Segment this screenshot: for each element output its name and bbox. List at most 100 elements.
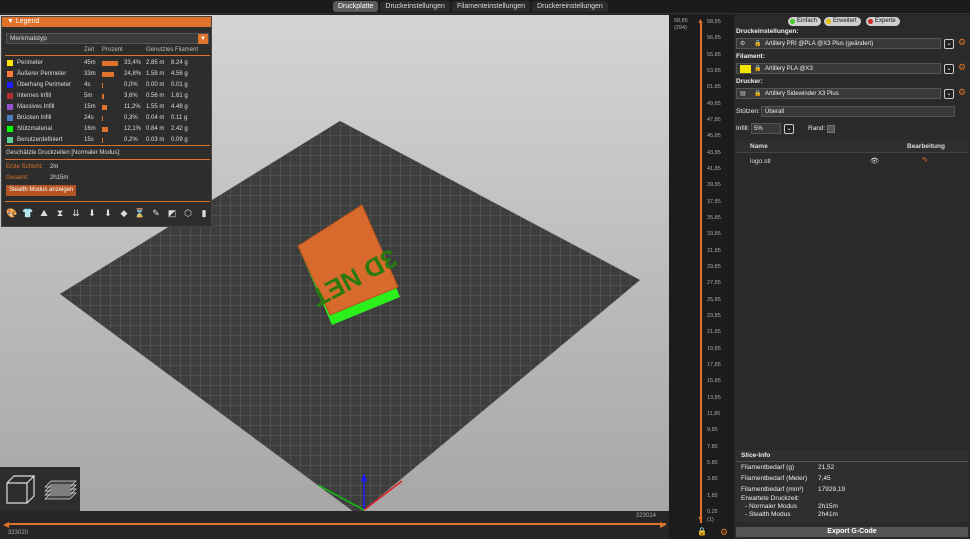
legend-time: 5m: [84, 93, 93, 99]
chevron-down-icon[interactable]: ⌄: [784, 124, 794, 134]
divider: [5, 159, 210, 160]
bottom-layer: (1): [707, 517, 714, 523]
mode-dot-icon: [868, 19, 873, 24]
slider-track: [6, 523, 666, 525]
mode-experte[interactable]: Experte: [866, 17, 900, 26]
legend-length: 0.03 m: [146, 137, 165, 143]
lock-icon[interactable]: 🔒: [697, 527, 707, 536]
chevron-down-icon[interactable]: ⌄: [944, 89, 954, 99]
layer-tick: 11,85: [707, 411, 721, 417]
legend-weight: 4.56 g: [171, 71, 188, 77]
tab-bar: Druckplatte Druckeinstellungen Filamente…: [333, 1, 608, 12]
mode-einfach[interactable]: Einfach: [788, 17, 822, 26]
layer-tick: 7,85: [707, 443, 718, 450]
legend-time: 45m: [84, 60, 96, 66]
stealth-mode-label: - Stealth Modus: [745, 511, 791, 518]
edit-icon[interactable]: ✎: [922, 156, 928, 164]
layer-slider[interactable]: 58,85 (294) ▲ ▼ (1) 58,85 56,85 55,85 53,85…: [669, 15, 734, 539]
legend-swatch: [7, 71, 13, 77]
eye-icon[interactable]: 👁: [870, 157, 879, 165]
layer-tick: 43,85: [707, 149, 721, 156]
layer-tick: 1,85: [707, 492, 718, 499]
layer-tick: 58,85: [707, 19, 721, 25]
printer-combo[interactable]: ▤ 🔒 Artillery Sidewinder X3 Plus: [736, 88, 941, 99]
legend-weight: 4.48 g: [171, 104, 188, 110]
bottom-thumb[interactable]: ▼: [697, 516, 704, 523]
right-sidebar: Einfach Erweitert Experte Druckeinstellung…: [734, 15, 970, 539]
stealth-mode-button[interactable]: Stealth Modus anzeigen: [6, 185, 77, 196]
mode-dot-icon: [826, 19, 831, 24]
infill-combo[interactable]: 5%: [751, 123, 781, 134]
legend-row: Stützmaterial 16m 12,1% 0.84 m 2.42 g: [6, 124, 210, 134]
tool-icon[interactable]: ⬇: [86, 207, 98, 219]
layer-tick: 51,85: [707, 84, 721, 91]
tool-icon[interactable]: ⇊: [70, 207, 82, 219]
slice-key: Filamentbedarf (g): [741, 464, 795, 471]
mode-dot-icon: [790, 19, 795, 24]
brim-label: Rand:: [808, 125, 826, 132]
legend-header[interactable]: ▼ Legend: [2, 17, 211, 27]
gear-icon[interactable]: ⚙: [720, 527, 728, 538]
printer-label: Drucker:: [736, 78, 763, 85]
supports-combo[interactable]: Überall: [761, 106, 955, 117]
legend-weight: 2.42 g: [171, 126, 188, 132]
lock-icon: 🔒: [754, 66, 762, 72]
total-row: Gesamt: 2h15m: [6, 173, 210, 183]
tab-druckeinstellungen[interactable]: Druckeinstellungen: [380, 1, 450, 12]
export-gcode-button[interactable]: Export G-Code: [736, 527, 968, 537]
slider-left-thumb[interactable]: ◀: [3, 520, 9, 529]
legend-row: Benutzerdefiniert 15s 0,2% 0.03 m 0.09 g: [6, 135, 210, 145]
legend-name: Benutzerdefiniert: [17, 137, 63, 143]
tab-druckplatte[interactable]: Druckplatte: [333, 1, 379, 12]
top-thumb[interactable]: ▲: [697, 18, 704, 25]
layer-tick: 3,85: [707, 476, 718, 483]
view-cube-icons[interactable]: [0, 467, 80, 511]
tab-filamenteinstellungen[interactable]: Filamenteinstellungen: [451, 1, 531, 12]
brim-checkbox[interactable]: [827, 125, 835, 133]
gear-icon[interactable]: ⚙: [958, 62, 966, 73]
tool-icon[interactable]: 🎨: [6, 207, 18, 219]
chevron-down-icon[interactable]: ⌄: [944, 39, 954, 49]
tab-druckereinstellungen[interactable]: Druckereinstellungen: [532, 1, 608, 12]
divider: [736, 461, 968, 462]
layer-tick: 21,85: [707, 329, 721, 336]
legend-length: 0.56 m: [146, 93, 165, 99]
tool-icon[interactable]: ⧗: [54, 207, 66, 219]
legend-row: Internes Infill 5m 3,6% 0.56 m 1.61 g: [6, 91, 210, 101]
layer-tick: 33,85: [707, 231, 721, 238]
col-used: Genutztes Filament: [146, 47, 199, 53]
filament-combo[interactable]: 🔒 Artillery PLA @X3: [736, 63, 941, 74]
legend-name: Überhang Perimeter: [17, 82, 72, 88]
print-settings-combo[interactable]: ⚙ 🔒 Artillery PRI @PLA @X3 Plus (geändert): [736, 38, 941, 49]
slider-right-thumb[interactable]: ▶: [660, 520, 666, 529]
layer-tick: 55,85: [707, 51, 721, 58]
mode-erweitert[interactable]: Erweitert: [824, 17, 861, 26]
tool-icon[interactable]: 👕: [22, 207, 34, 219]
checker-icon[interactable]: ◩: [166, 207, 178, 219]
tool-icon[interactable]: ◆: [118, 207, 130, 219]
legend-type-select[interactable]: Merkmalstyp ▼: [6, 33, 209, 44]
estimated-times-label: Geschätzte Druckzeiten [Normaler Modus]:: [6, 150, 121, 156]
legend-bar: [102, 93, 104, 99]
gear-icon[interactable]: ⚙: [958, 87, 966, 98]
tool-icon[interactable]: ⬇: [102, 207, 114, 219]
shell-icon[interactable]: ▮: [198, 207, 210, 219]
slice-key: Filamentbedarf (mm³): [741, 486, 804, 493]
horizontal-slider[interactable]: ◀ ▶ 323020 323024: [0, 511, 669, 539]
legend-percent: 3,6%: [124, 93, 138, 99]
tool-icon[interactable]: ⌛: [134, 207, 146, 219]
cube-icon[interactable]: ⬡: [182, 207, 194, 219]
legend-name: Massives Infill: [17, 104, 55, 110]
gear-icon[interactable]: ⚙: [958, 37, 966, 48]
legend-swatch: [7, 137, 13, 143]
legend-row: Äußerer Perimeter 33m 24,8% 1.58 m 4.56 …: [6, 69, 210, 79]
tool-icon[interactable]: ⛰: [38, 207, 50, 219]
legend-length: 0.84 m: [146, 126, 165, 132]
object-row[interactable]: logo.stl 👁 ✎: [736, 156, 968, 168]
tool-icon[interactable]: ✎: [150, 207, 162, 219]
legend-percent: 11,2%: [124, 104, 141, 110]
top-value: 58,85: [674, 18, 688, 24]
supports-label: Stützen:: [736, 108, 760, 115]
lock-icon: 🔒: [754, 41, 762, 47]
chevron-down-icon[interactable]: ⌄: [944, 64, 954, 74]
